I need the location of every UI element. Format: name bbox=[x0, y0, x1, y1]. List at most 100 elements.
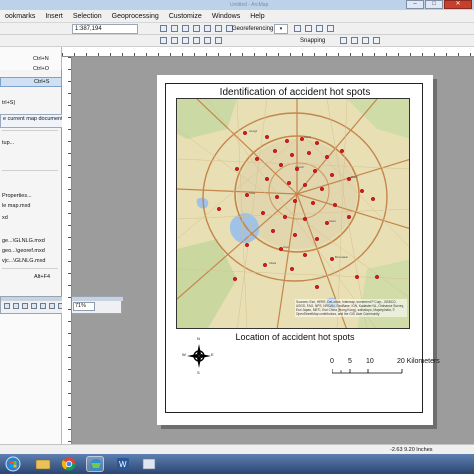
zoom-in-icon[interactable] bbox=[160, 37, 167, 44]
compass-rose-icon bbox=[187, 344, 211, 368]
editor-tools bbox=[160, 25, 233, 32]
page-setup-menu-item[interactable]: tup... bbox=[2, 140, 14, 146]
control-points-icon[interactable] bbox=[327, 25, 334, 32]
snap-end-icon[interactable] bbox=[351, 37, 358, 44]
pointer-coordinates: -2.63 9.20 Inches bbox=[390, 447, 433, 453]
svg-text:Hosur: Hosur bbox=[329, 219, 336, 223]
app-taskbar-icon[interactable] bbox=[140, 456, 158, 472]
menu-bar: ookmarks Insert Selection Geoprocessing … bbox=[0, 10, 474, 23]
georef-tools bbox=[294, 25, 334, 32]
close-button[interactable]: ✕ bbox=[444, 0, 472, 9]
save-menu-item[interactable]: Ctrl+S bbox=[0, 77, 62, 87]
recent-file-5[interactable]: vjc...\GLNLG.mxd bbox=[2, 258, 45, 264]
table-icon[interactable] bbox=[171, 25, 178, 32]
menu-customize[interactable]: Customize bbox=[164, 10, 207, 23]
svg-text:Uttara: Uttara bbox=[269, 261, 277, 265]
menu-bookmarks[interactable]: ookmarks bbox=[0, 10, 40, 23]
recent-file-3[interactable]: ge...\GLNLG.mxd bbox=[2, 238, 45, 244]
svg-text:Marth: Marth bbox=[351, 175, 358, 179]
arcmap-taskbar-icon[interactable] bbox=[86, 456, 104, 472]
basemap: Amogh Kaval Chunch Marth Tavar Hosur Jaya Bom… bbox=[177, 99, 409, 328]
layout-tools bbox=[4, 303, 64, 309]
minimize-button[interactable]: – bbox=[406, 0, 424, 9]
measure-icon[interactable] bbox=[215, 37, 222, 44]
snap-vertex-icon[interactable] bbox=[362, 37, 369, 44]
chrome-taskbar-icon[interactable] bbox=[60, 456, 78, 472]
map-title[interactable]: Identification of accident hot spots bbox=[166, 87, 424, 98]
menu-help[interactable]: Help bbox=[245, 10, 269, 23]
fixed-zoom-in-icon[interactable] bbox=[49, 303, 55, 309]
snap-edge-icon[interactable] bbox=[373, 37, 380, 44]
svg-text:Chunch: Chunch bbox=[295, 165, 304, 169]
layout-pan-icon[interactable] bbox=[22, 303, 28, 309]
zoom-whole-page-icon[interactable] bbox=[31, 303, 37, 309]
python-icon[interactable] bbox=[215, 25, 222, 32]
horizontal-ruler bbox=[62, 47, 474, 57]
windows-taskbar: W bbox=[0, 454, 474, 474]
snap-point-icon[interactable] bbox=[340, 37, 347, 44]
catalog-icon[interactable] bbox=[182, 25, 189, 32]
menu-separator bbox=[2, 268, 58, 269]
menu-insert[interactable]: Insert bbox=[40, 10, 68, 23]
svg-text:W: W bbox=[119, 460, 127, 469]
start-button[interactable] bbox=[4, 456, 22, 472]
search-icon[interactable] bbox=[193, 25, 200, 32]
north-label: N bbox=[197, 336, 200, 341]
rotate-icon[interactable] bbox=[294, 25, 301, 32]
layout-toolbar: 71% bbox=[0, 296, 123, 314]
edit-tool-icon[interactable] bbox=[160, 25, 167, 32]
menu-windows[interactable]: Windows bbox=[207, 10, 245, 23]
identify-icon[interactable] bbox=[204, 37, 211, 44]
exit-menu-item[interactable]: Alt+F4 bbox=[34, 274, 50, 280]
file-menu-dropdown: Ctrl+N Ctrl+O Ctrl+S trl+S) tup... Prope… bbox=[0, 56, 62, 310]
open-shortcut[interactable]: Ctrl+O bbox=[33, 66, 49, 72]
new-shortcut[interactable]: Ctrl+N bbox=[33, 56, 49, 62]
standard-toolbar: 1:387,194 Georeferencing ▾ bbox=[0, 23, 474, 35]
snapping-label[interactable]: Snapping bbox=[300, 36, 325, 46]
recent-file-1[interactable]: le map.mxd bbox=[2, 203, 30, 209]
menu-separator bbox=[2, 130, 58, 131]
georeferencing-dropdown[interactable]: ▾ bbox=[274, 24, 288, 34]
layout-zoom-out-icon[interactable] bbox=[13, 303, 19, 309]
arctoolbox-icon[interactable] bbox=[204, 25, 211, 32]
scale-bar[interactable]: 0 5 10 20 Kilometers bbox=[330, 358, 440, 378]
georeferencing-label[interactable]: Georeferencing bbox=[232, 24, 273, 34]
window-controls: – □ ✕ bbox=[406, 0, 472, 10]
scale-bar-graphic bbox=[332, 369, 403, 374]
vertical-ruler bbox=[62, 57, 72, 454]
layout-zoom-input[interactable]: 71% bbox=[73, 302, 95, 311]
menu-separator bbox=[2, 170, 58, 171]
tooltip-line-1: trl+S) bbox=[2, 100, 16, 106]
pan-icon[interactable] bbox=[182, 37, 189, 44]
recent-file-4[interactable]: geo...\georef.mxd bbox=[2, 248, 45, 254]
map-frame[interactable]: Amogh Kaval Chunch Marth Tavar Hosur Jaya Bom… bbox=[176, 98, 410, 329]
maximize-button[interactable]: □ bbox=[425, 0, 443, 9]
menu-selection[interactable]: Selection bbox=[68, 10, 107, 23]
scale-icon[interactable] bbox=[316, 25, 323, 32]
table-of-contents-panel: Ctrl+N Ctrl+O Ctrl+S trl+S) tup... Prope… bbox=[0, 47, 72, 454]
recent-file-2[interactable]: xd bbox=[2, 215, 8, 221]
full-extent-icon[interactable] bbox=[193, 37, 200, 44]
layout-zoom-in-icon[interactable] bbox=[4, 303, 10, 309]
svg-text:Tavar: Tavar bbox=[249, 191, 255, 195]
window-title: Untitled - ArcMap bbox=[230, 2, 269, 8]
properties-menu-item[interactable]: Properties... bbox=[2, 193, 32, 199]
tooltip-text: e current map document. bbox=[3, 116, 65, 122]
east-label: E bbox=[211, 352, 214, 357]
zoom-100-icon[interactable] bbox=[40, 303, 46, 309]
zoom-out-icon[interactable] bbox=[171, 37, 178, 44]
map-scale-input[interactable]: 1:387,194 bbox=[72, 24, 138, 34]
svg-text:Kaval: Kaval bbox=[304, 135, 311, 139]
shift-icon[interactable] bbox=[305, 25, 312, 32]
menu-geoprocessing[interactable]: Geoprocessing bbox=[107, 10, 164, 23]
snapping-tools bbox=[340, 37, 380, 44]
north-arrow[interactable]: N S E W bbox=[182, 336, 214, 375]
layout-page[interactable]: Identification of accident hot spots Amo… bbox=[157, 75, 440, 425]
secondary-toolbar: Snapping bbox=[0, 35, 474, 47]
word-taskbar-icon[interactable]: W bbox=[114, 456, 132, 472]
status-bar: -2.63 9.20 Inches bbox=[0, 444, 474, 454]
window-title-bar: Untitled - ArcMap – □ ✕ bbox=[0, 0, 474, 10]
explorer-taskbar-icon[interactable] bbox=[34, 456, 52, 472]
map-attribution: Sources: Esri, HERE, DeLorme, Intermap, … bbox=[295, 299, 407, 317]
svg-text:Jaya: Jaya bbox=[283, 245, 289, 249]
